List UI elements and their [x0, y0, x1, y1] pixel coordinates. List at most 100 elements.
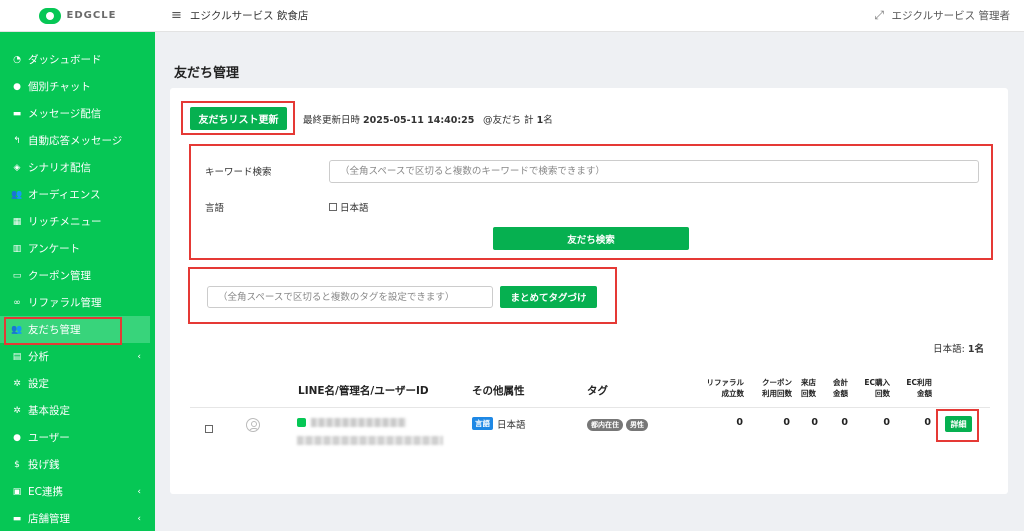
friend-count-suffix: 名: [543, 115, 553, 126]
logo-icon: [38, 7, 61, 24]
column-header-coupon-line1: クーポン: [762, 378, 792, 387]
user-menu[interactable]: エジクルサービス 管理者: [891, 8, 1010, 23]
sidebar-item-0[interactable]: ◔ ダッシュボード: [0, 46, 155, 73]
store-icon: ▬: [12, 513, 22, 524]
users-icon: 👥: [11, 189, 23, 200]
store-name: エジクルサービス 飲食店: [189, 10, 309, 22]
cell-coupon: 0: [783, 417, 790, 428]
friend-count: @友だち 計 1名: [483, 112, 553, 126]
bulk-tag-button[interactable]: まとめてタグづけ: [500, 286, 597, 308]
sidebar-item-label: クーポン管理: [28, 270, 91, 282]
column-header-name: LINE名/管理名/ユーザーID: [298, 385, 429, 397]
sidebar-item-label: 設定: [28, 378, 49, 390]
sidebar-item-4[interactable]: ◈ シナリオ配信: [0, 154, 155, 181]
column-header-visit: 来店 回数: [796, 377, 816, 399]
table-header-divider: [190, 407, 990, 408]
sidebar-item-5[interactable]: 👥 オーディエンス: [0, 181, 155, 208]
sidebar-item-7[interactable]: ▥ アンケート: [0, 235, 155, 262]
sidebar-item-1[interactable]: ● 個別チャット: [0, 73, 155, 100]
sidebar: EDGCLE ◔ ダッシュボード ● 個別チャット ▬ メッセージ配信 ↰ 自動応答メッセージ…: [0, 0, 155, 531]
cell-ec-amount: 0: [924, 417, 931, 428]
keyword-search-input[interactable]: [329, 160, 979, 183]
column-header-visit-line2: 回数: [801, 389, 816, 398]
sidebar-item-label: 自動応答メッセージ: [28, 135, 123, 147]
logo-text: EDGCLE: [66, 10, 117, 21]
column-header-ec-purchase-line1: EC購入: [864, 378, 890, 387]
checkbox[interactable]: [329, 203, 337, 211]
sidebar-item-label: 基本設定: [28, 405, 70, 417]
sidebar-item-3[interactable]: ↰ 自動応答メッセージ: [0, 127, 155, 154]
row-checkbox[interactable]: [205, 425, 213, 433]
content-card: 友だちリスト更新 最終更新日時 2025-05-11 14:40:25 @友だち…: [170, 88, 1008, 494]
sidebar-nav: ◔ ダッシュボード ● 個別チャット ▬ メッセージ配信 ↰ 自動応答メッセージ ◈ シナリオ配信…: [0, 46, 155, 531]
column-header-payment-line2: 金額: [833, 389, 848, 398]
sidebar-item-17[interactable]: ▬ 店舗管理 ‹: [0, 505, 155, 531]
chart-icon: ▤: [12, 351, 22, 362]
sidebar-item-label: メッセージ配信: [28, 108, 102, 120]
sidebar-item-10[interactable]: 👥 友だち管理: [0, 316, 150, 343]
column-header-ec-amount-line2: 金額: [917, 389, 932, 398]
column-header-ec-purchase-line2: 回数: [875, 389, 890, 398]
column-header-referral: リファラル 成立数: [700, 377, 745, 399]
cell-visit: 0: [811, 417, 818, 428]
language-summary: 日本語: 1名: [933, 341, 984, 355]
hamburger-menu-icon[interactable]: ≡: [171, 8, 182, 23]
column-header-tags: タグ: [587, 385, 608, 397]
cell-referral: 0: [736, 417, 743, 428]
language-option-label: 日本語: [340, 203, 369, 214]
language-summary-label: 日本語:: [933, 344, 965, 355]
shopping-bag-icon: ▣: [12, 486, 22, 497]
tag-input[interactable]: [207, 286, 493, 308]
column-header-referral-line1: リファラル: [706, 378, 745, 387]
sidebar-item-6[interactable]: ▦ リッチメニュー: [0, 208, 155, 235]
column-header-referral-line2: 成立数: [721, 389, 745, 398]
link-icon: ∞: [13, 297, 21, 308]
sidebar-item-label: 投げ銭: [28, 459, 60, 471]
friend-search-button[interactable]: 友だち検索: [493, 227, 689, 250]
language-label: 言語: [205, 203, 225, 214]
sidebar-item-16[interactable]: ▣ EC連携 ‹: [0, 478, 155, 505]
keyword-label: キーワード検索: [205, 167, 272, 178]
sidebar-item-label: リッチメニュー: [28, 216, 102, 228]
dollar-icon: $: [14, 459, 20, 470]
sidebar-item-15[interactable]: $ 投げ銭: [0, 451, 155, 478]
user-avatar-icon: [246, 418, 260, 432]
column-header-coupon: クーポン 利用回数: [752, 377, 792, 399]
line-icon: [297, 418, 306, 427]
refresh-friend-list-button[interactable]: 友だちリスト更新: [190, 107, 287, 130]
message-icon: ▬: [12, 108, 22, 119]
sidebar-item-2[interactable]: ▬ メッセージ配信: [0, 100, 155, 127]
fullscreen-icon[interactable]: ⤢: [874, 8, 884, 23]
reply-icon: ↰: [13, 135, 21, 146]
sidebar-item-label: 分析: [28, 351, 49, 363]
last-update-value: 2025-05-11 14:40:25: [363, 115, 475, 126]
sidebar-item-label: 店舗管理: [28, 513, 70, 525]
column-header-ec-purchase: EC購入 回数: [858, 377, 890, 399]
sidebar-item-label: EC連携: [28, 486, 63, 498]
sidebar-item-label: アンケート: [28, 243, 81, 255]
sidebar-item-12[interactable]: ✲ 設定: [0, 370, 155, 397]
user-icon: ●: [13, 432, 21, 443]
sidebar-item-label: 友だち管理: [28, 324, 81, 336]
gear-icon: ✲: [13, 378, 21, 389]
detail-button[interactable]: 詳細: [945, 416, 972, 432]
language-value: 日本語: [497, 420, 526, 431]
sidebar-item-8[interactable]: ▭ クーポン管理: [0, 262, 155, 289]
sidebar-item-13[interactable]: ✲ 基本設定: [0, 397, 155, 424]
page-title: 友だち管理: [174, 66, 240, 81]
sidebar-item-label: ダッシュボード: [28, 54, 102, 66]
chevron-left-icon: ‹: [137, 513, 141, 524]
last-update-label: 最終更新日時: [303, 115, 361, 126]
chevron-left-icon: ‹: [137, 486, 141, 497]
gear-icon: ✲: [13, 405, 21, 416]
line-name-redacted: [311, 418, 406, 427]
sidebar-item-14[interactable]: ● ユーザー: [0, 424, 155, 451]
column-header-visit-line1: 来店: [801, 378, 816, 387]
dashboard-icon: ◔: [13, 54, 21, 65]
sidebar-item-9[interactable]: ∞ リファラル管理: [0, 289, 155, 316]
sidebar-item-11[interactable]: ▤ 分析 ‹: [0, 343, 155, 370]
language-checkbox-japanese[interactable]: 日本語: [329, 200, 369, 214]
column-header-ec-amount-line1: EC利用: [906, 378, 932, 387]
friends-icon: 👥: [11, 324, 23, 335]
logo[interactable]: EDGCLE: [0, 0, 155, 32]
